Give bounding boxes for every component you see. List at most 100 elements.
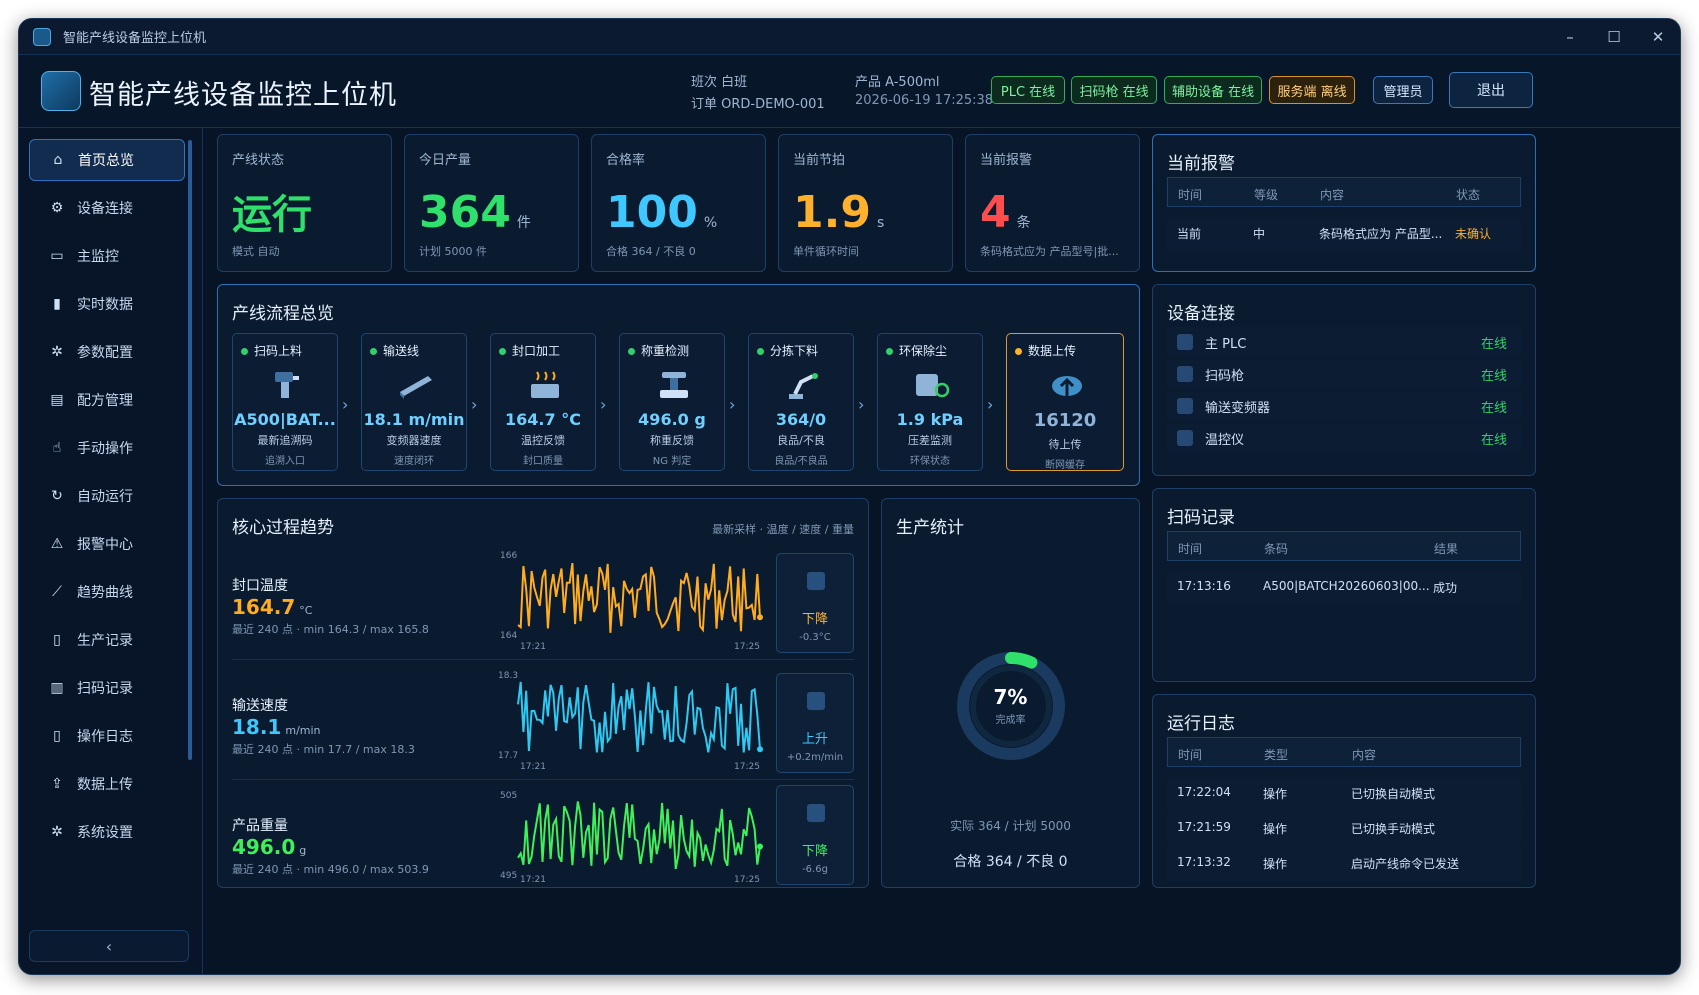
flow-step-dust-removal[interactable]: 环保除尘 1.9 kPa 压差监测 环保状态 bbox=[877, 333, 983, 471]
kpi-value: 运行 bbox=[232, 192, 312, 238]
device-connection-panel: 设备连接 主 PLC 在线 扫码枪 在线 输送变频器 在线 温控仪 在线 bbox=[1152, 284, 1536, 476]
sidebar-item-auto[interactable]: ↻ 自动运行 bbox=[29, 475, 185, 517]
app-icon bbox=[33, 27, 51, 46]
kpi-sub: 条码格式应为 产品型号|批... bbox=[980, 245, 1119, 258]
weight-sparkline bbox=[517, 801, 763, 870]
kpi-value: 364 件 bbox=[419, 187, 531, 238]
trend-value: 496.0 g bbox=[232, 835, 307, 859]
production-panel-title: 生产统计 bbox=[896, 518, 964, 538]
status-dot bbox=[499, 348, 506, 355]
sidebar-item-alarm[interactable]: ⚠ 报警中心 bbox=[29, 523, 185, 565]
settings-icon: ✲ bbox=[51, 824, 63, 840]
sidebar-item-params[interactable]: ✲ 参数配置 bbox=[29, 331, 185, 373]
logout-button[interactable]: 退出 bbox=[1449, 72, 1533, 108]
trend-panel-title: 核心过程趋势 bbox=[232, 518, 334, 538]
trend-name: 产品重量 bbox=[232, 818, 288, 834]
conveyor-icon bbox=[400, 376, 432, 399]
document-icon: ▯ bbox=[53, 632, 61, 648]
flow-step-data-upload[interactable]: 数据上传 16120 待上传 断网缓存 bbox=[1006, 333, 1124, 471]
datetime: 2026-06-19 17:25:38 bbox=[855, 93, 994, 108]
speed-trend-badge: 上升 +0.2m/min bbox=[776, 673, 854, 773]
status-dot bbox=[628, 348, 635, 355]
title-bar: 智能产线设备监控上位机 – ☐ ✕ bbox=[19, 19, 1680, 55]
minimize-button[interactable]: – bbox=[1548, 19, 1592, 55]
flow-step-weighing[interactable]: 称重检测 496.0 g 称重反馈 NG 判定 bbox=[619, 333, 725, 471]
temperature-trend-badge: 下降 -0.3°C bbox=[776, 553, 854, 653]
barcode-icon: ▥ bbox=[50, 680, 64, 696]
user-button[interactable]: 管理员 bbox=[1373, 76, 1433, 104]
alarm-table-header: 时间 等级 内容 状态 bbox=[1167, 177, 1521, 207]
sidebar-item-operation-log[interactable]: ▯ 操作日志 bbox=[29, 715, 185, 757]
app-logo bbox=[41, 71, 81, 111]
kpi-value: 100% bbox=[606, 187, 718, 238]
completion-label: 完成率 bbox=[995, 715, 1026, 726]
device-row-temp-controller[interactable]: 温控仪 在线 bbox=[1167, 423, 1521, 453]
sidebar-item-scan-record[interactable]: ▥ 扫码记录 bbox=[29, 667, 185, 709]
dust-icon bbox=[916, 374, 950, 398]
flow-arrow: › bbox=[471, 395, 478, 414]
log-table-header: 时间 类型 内容 bbox=[1167, 737, 1521, 767]
flow-arrow: › bbox=[987, 395, 994, 414]
flow-arrow: › bbox=[600, 395, 607, 414]
flow-arrow: › bbox=[342, 395, 349, 414]
sidebar-item-system-settings[interactable]: ✲ 系统设置 bbox=[29, 811, 185, 853]
sidebar-item-home[interactable]: ⌂ 首页总览 bbox=[29, 139, 185, 181]
device-row-plc[interactable]: 主 PLC 在线 bbox=[1167, 327, 1521, 357]
sidebar-item-trend[interactable]: ⟋ 趋势曲线 bbox=[29, 571, 185, 613]
device-panel-title: 设备连接 bbox=[1167, 304, 1235, 324]
alarm-row[interactable]: 当前 中 条码格式应为 产品型... 未确认 bbox=[1167, 217, 1521, 251]
log-row[interactable]: 17:22:04 操作 已切换自动模式 bbox=[1167, 777, 1521, 811]
kpi-value: 1.9 s bbox=[793, 187, 885, 238]
flow-step-conveyor[interactable]: 输送线 18.1 m/min 变频器速度 速度闭环 bbox=[361, 333, 467, 471]
link-icon: ⚙ bbox=[50, 200, 64, 216]
trend-value: 164.7 °C bbox=[232, 595, 313, 619]
home-icon: ⌂ bbox=[53, 152, 63, 168]
scan-table-header: 时间 条码 结果 bbox=[1167, 531, 1521, 561]
scanner-icon bbox=[1177, 366, 1193, 382]
hand-icon: ☝ bbox=[52, 440, 62, 456]
completion-percent: 7% bbox=[993, 685, 1028, 709]
scan-row[interactable]: 17:13:16 A500|BATCH20260603|00... 成功 bbox=[1167, 571, 1521, 605]
app-window: 智能产线设备监控上位机 – ☐ ✕ 智能产线设备监控上位机 班次 白班 订单 O… bbox=[18, 18, 1681, 975]
maximize-button[interactable]: ☐ bbox=[1592, 19, 1636, 55]
device-row-scanner[interactable]: 扫码枪 在线 bbox=[1167, 359, 1521, 389]
sidebar-item-main-monitor[interactable]: ▭ 主监控 bbox=[29, 235, 185, 277]
sidebar-item-recipe[interactable]: ▤ 配方管理 bbox=[29, 379, 185, 421]
flow-step-sealing[interactable]: 封口加工 164.7 °C 温控反馈 封口质量 bbox=[490, 333, 596, 471]
kpi-label: 产线状态 bbox=[232, 153, 285, 168]
log-icon: ▯ bbox=[53, 728, 61, 744]
sidebar-collapse-button[interactable]: ‹ bbox=[29, 930, 189, 962]
close-button[interactable]: ✕ bbox=[1636, 19, 1680, 55]
kpi-current-alarms: 当前报警 4条 条码格式应为 产品型号|批... bbox=[965, 134, 1140, 272]
actual-vs-plan: 实际 364 / 计划 5000 bbox=[950, 819, 1071, 833]
window-title: 智能产线设备监控上位机 bbox=[63, 31, 207, 46]
sidebar-scrollbar[interactable] bbox=[188, 140, 192, 760]
divider bbox=[232, 659, 854, 660]
kpi-daily-output: 今日产量 364 件 计划 5000 件 bbox=[404, 134, 579, 272]
kpi-sub: 合格 364 / 不良 0 bbox=[606, 245, 696, 258]
aux-status-pill: 辅助设备 在线 bbox=[1164, 76, 1262, 104]
production-panel: 生产统计 7% 完成率 实际 364 / 计划 5000 合格 364 / 不良… bbox=[881, 498, 1140, 888]
status-dot bbox=[370, 348, 377, 355]
gear-icon: ✲ bbox=[51, 344, 63, 360]
scanner-icon bbox=[275, 372, 299, 398]
sidebar-item-production-record[interactable]: ▯ 生产记录 bbox=[29, 619, 185, 661]
alarm-panel-title: 当前报警 bbox=[1167, 154, 1235, 174]
log-row[interactable]: 17:21:59 操作 已切换手动模式 bbox=[1167, 812, 1521, 846]
good-vs-bad: 合格 364 / 不良 0 bbox=[953, 854, 1068, 870]
flow-step-scan-feed[interactable]: 扫码上料 A500|BAT... 最新追溯码 追溯入口 bbox=[232, 333, 338, 471]
sidebar-item-data-upload[interactable]: ⇪ 数据上传 bbox=[29, 763, 185, 805]
conveyor-icon bbox=[807, 692, 825, 710]
cloud-upload-icon bbox=[1052, 376, 1082, 396]
sidebar-item-manual[interactable]: ☝ 手动操作 bbox=[29, 427, 185, 469]
kpi-sub: 模式 自动 bbox=[232, 245, 280, 258]
log-row[interactable]: 17:13:32 操作 启动产线命令已发送 bbox=[1167, 847, 1521, 881]
sidebar-item-realtime-data[interactable]: ▮ 实时数据 bbox=[29, 283, 185, 325]
recipe-icon: ▤ bbox=[50, 392, 64, 408]
product-info: 产品 A-500ml bbox=[855, 75, 940, 90]
device-row-inverter[interactable]: 输送变频器 在线 bbox=[1167, 391, 1521, 421]
flow-step-sorting[interactable]: 分拣下料 364/0 良品/不良 良品/不良品 bbox=[748, 333, 854, 471]
trend-stats: 最近 240 点 · min 164.3 / max 165.8 bbox=[232, 623, 429, 636]
bar-chart-icon: ▮ bbox=[53, 296, 61, 312]
sidebar-item-device-connect[interactable]: ⚙ 设备连接 bbox=[29, 187, 185, 229]
